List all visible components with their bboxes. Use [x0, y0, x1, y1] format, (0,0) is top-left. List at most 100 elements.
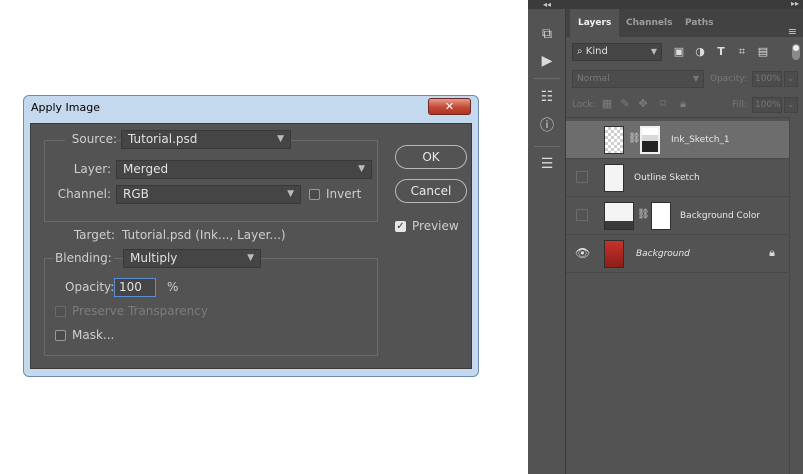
blend-row: Normal ▼ Opacity: 100% ⌄	[566, 68, 803, 90]
target-value: Tutorial.psd (Ink..., Layer...)	[122, 228, 286, 242]
layer-filter-row: ⌕ Kind ▼ ▣ ◑ T ⌗ ▤	[566, 40, 803, 64]
layer-thumbnail	[604, 240, 624, 268]
link-icon[interactable]: ⛓	[628, 133, 641, 144]
chevron-down-icon: ▼	[277, 134, 284, 144]
panel-icon-strip: ◂◂ ⧉ ▶ ☷ ⓘ ☰	[528, 0, 566, 474]
preserve-transparency-label: Preserve Transparency	[72, 304, 208, 318]
layer-dropdown[interactable]: Merged ▼	[116, 160, 372, 179]
adjustment-filter-icon[interactable]: ◑	[693, 45, 707, 59]
opacity-input[interactable]: 100	[114, 278, 156, 297]
fill-arrow-icon[interactable]: ⌄	[784, 97, 798, 113]
chevron-down-icon: ▼	[650, 47, 657, 56]
preview-label: Preview	[412, 219, 459, 233]
opacity-unit: %	[167, 280, 179, 294]
lock-icon: 🔒︎	[769, 246, 775, 259]
lock-label: Lock:	[572, 100, 596, 110]
eye-icon[interactable]: 👁︎	[575, 246, 590, 260]
kind-label: Kind	[585, 46, 608, 57]
type-filter-icon[interactable]: T	[714, 45, 728, 59]
fill-input[interactable]: 100%	[752, 97, 782, 113]
divider	[566, 117, 803, 118]
dialog-body: Source: Tutorial.psd ▼ Layer: Merged ▼ C…	[30, 123, 472, 369]
info-icon[interactable]: ⓘ	[537, 117, 557, 135]
history-icon[interactable]: ⧉	[537, 25, 557, 43]
source-label: Source:	[65, 132, 117, 146]
preview-checkbox[interactable]: ✓	[395, 221, 406, 232]
source-value: Tutorial.psd	[128, 132, 198, 146]
chevron-down-icon: ▼	[692, 74, 699, 83]
lock-position-icon[interactable]: ✥	[636, 97, 650, 111]
fill-thumbnail	[604, 202, 634, 230]
chevron-down-icon: ▼	[247, 253, 254, 263]
blending-label: Blending:	[53, 251, 114, 265]
target-label: Target:	[73, 228, 115, 242]
shape-filter-icon[interactable]: ⌗	[735, 45, 749, 59]
layer-label: Layer:	[73, 162, 111, 176]
blend-mode-dropdown[interactable]: Normal ▼	[572, 70, 704, 88]
opacity-arrow-icon[interactable]: ⌄	[784, 71, 798, 87]
mask-label: Mask...	[72, 328, 115, 342]
preserve-transparency-checkbox[interactable]	[55, 306, 66, 317]
image-filter-icon[interactable]: ▣	[672, 45, 686, 59]
lock-artboard-icon[interactable]: ⌑	[656, 97, 670, 111]
close-button[interactable]: ✕	[428, 98, 471, 115]
chevron-down-icon: ▼	[287, 189, 294, 199]
source-dropdown[interactable]: Tutorial.psd ▼	[121, 130, 291, 149]
cancel-button[interactable]: Cancel	[395, 179, 467, 203]
fill-label: Fill:	[732, 100, 748, 110]
blend-mode-value: Normal	[577, 74, 610, 84]
visibility-toggle[interactable]	[576, 133, 588, 145]
smart-object-filter-icon[interactable]: ▤	[756, 45, 770, 59]
expand-icon[interactable]: ▸▸	[791, 0, 799, 8]
blending-dropdown[interactable]: Multiply ▼	[123, 249, 261, 268]
ok-button[interactable]: OK	[395, 145, 467, 169]
tab-paths[interactable]: Paths	[677, 9, 722, 37]
divider	[534, 146, 560, 147]
filter-toggle[interactable]	[792, 44, 800, 60]
layer-name: Background Color	[680, 211, 761, 221]
collapse-panels-icon[interactable]: ◂◂	[528, 0, 566, 9]
dialog-title: Apply Image	[31, 101, 101, 114]
tab-layers[interactable]: Layers	[570, 9, 620, 37]
invert-checkbox[interactable]	[309, 189, 320, 200]
layer-name: Ink_Sketch_1	[671, 135, 730, 145]
panel-opacity-input[interactable]: 100%	[752, 71, 782, 87]
properties-icon[interactable]: ☷	[537, 88, 557, 106]
layer-mask-thumbnail[interactable]	[640, 126, 660, 154]
lock-paint-icon[interactable]: ✎	[618, 97, 632, 111]
chevron-down-icon: ▼	[358, 164, 365, 174]
panel-topbar: ▸▸	[566, 0, 803, 9]
link-icon[interactable]: ⛓	[637, 209, 650, 220]
invert-label: Invert	[326, 187, 362, 201]
tab-channels[interactable]: Channels	[618, 9, 680, 37]
libraries-icon[interactable]: ☰	[537, 155, 557, 173]
filter-kind-dropdown[interactable]: ⌕ Kind ▼	[572, 43, 662, 61]
layer-row-ink-sketch[interactable]: ⛓ Ink_Sketch_1	[566, 121, 789, 159]
lock-all-icon[interactable]: 🔒︎	[676, 97, 690, 111]
apply-image-dialog: Apply Image ✕ Source: Tutorial.psd ▼ Lay…	[23, 95, 479, 377]
visibility-toggle[interactable]	[576, 171, 588, 183]
search-icon: ⌕	[577, 46, 583, 57]
channel-dropdown[interactable]: RGB ▼	[116, 185, 301, 204]
mask-checkbox[interactable]	[55, 330, 66, 341]
layer-row-outline-sketch[interactable]: Outline Sketch	[566, 159, 789, 197]
channel-value: RGB	[123, 187, 149, 201]
channel-label: Channel:	[57, 187, 111, 201]
layer-thumbnail	[604, 164, 624, 192]
layers-scrollbar[interactable]	[789, 116, 803, 474]
layers-panel: ▸▸ Layers Channels Paths ≡ ⌕ Kind ▼ ▣ ◑ …	[566, 0, 803, 474]
visibility-toggle[interactable]	[576, 209, 588, 221]
layer-value: Merged	[123, 162, 169, 176]
divider	[534, 78, 560, 79]
play-actions-icon[interactable]: ▶	[537, 52, 557, 70]
layer-name: Outline Sketch	[634, 173, 700, 183]
opacity-label: Opacity:	[65, 280, 115, 294]
layer-name: Background	[636, 249, 690, 259]
layer-row-background[interactable]: 👁︎ Background 🔒︎	[566, 235, 789, 273]
layer-row-background-color[interactable]: ⛓ Background Color	[566, 197, 789, 235]
lock-row: Lock: ▦ ✎ ✥ ⌑ 🔒︎ Fill: 100% ⌄	[566, 94, 803, 116]
lock-transparent-icon[interactable]: ▦	[600, 97, 614, 111]
source-group	[44, 140, 378, 222]
close-icon: ✕	[444, 100, 455, 113]
layer-mask-thumbnail[interactable]	[651, 202, 671, 230]
